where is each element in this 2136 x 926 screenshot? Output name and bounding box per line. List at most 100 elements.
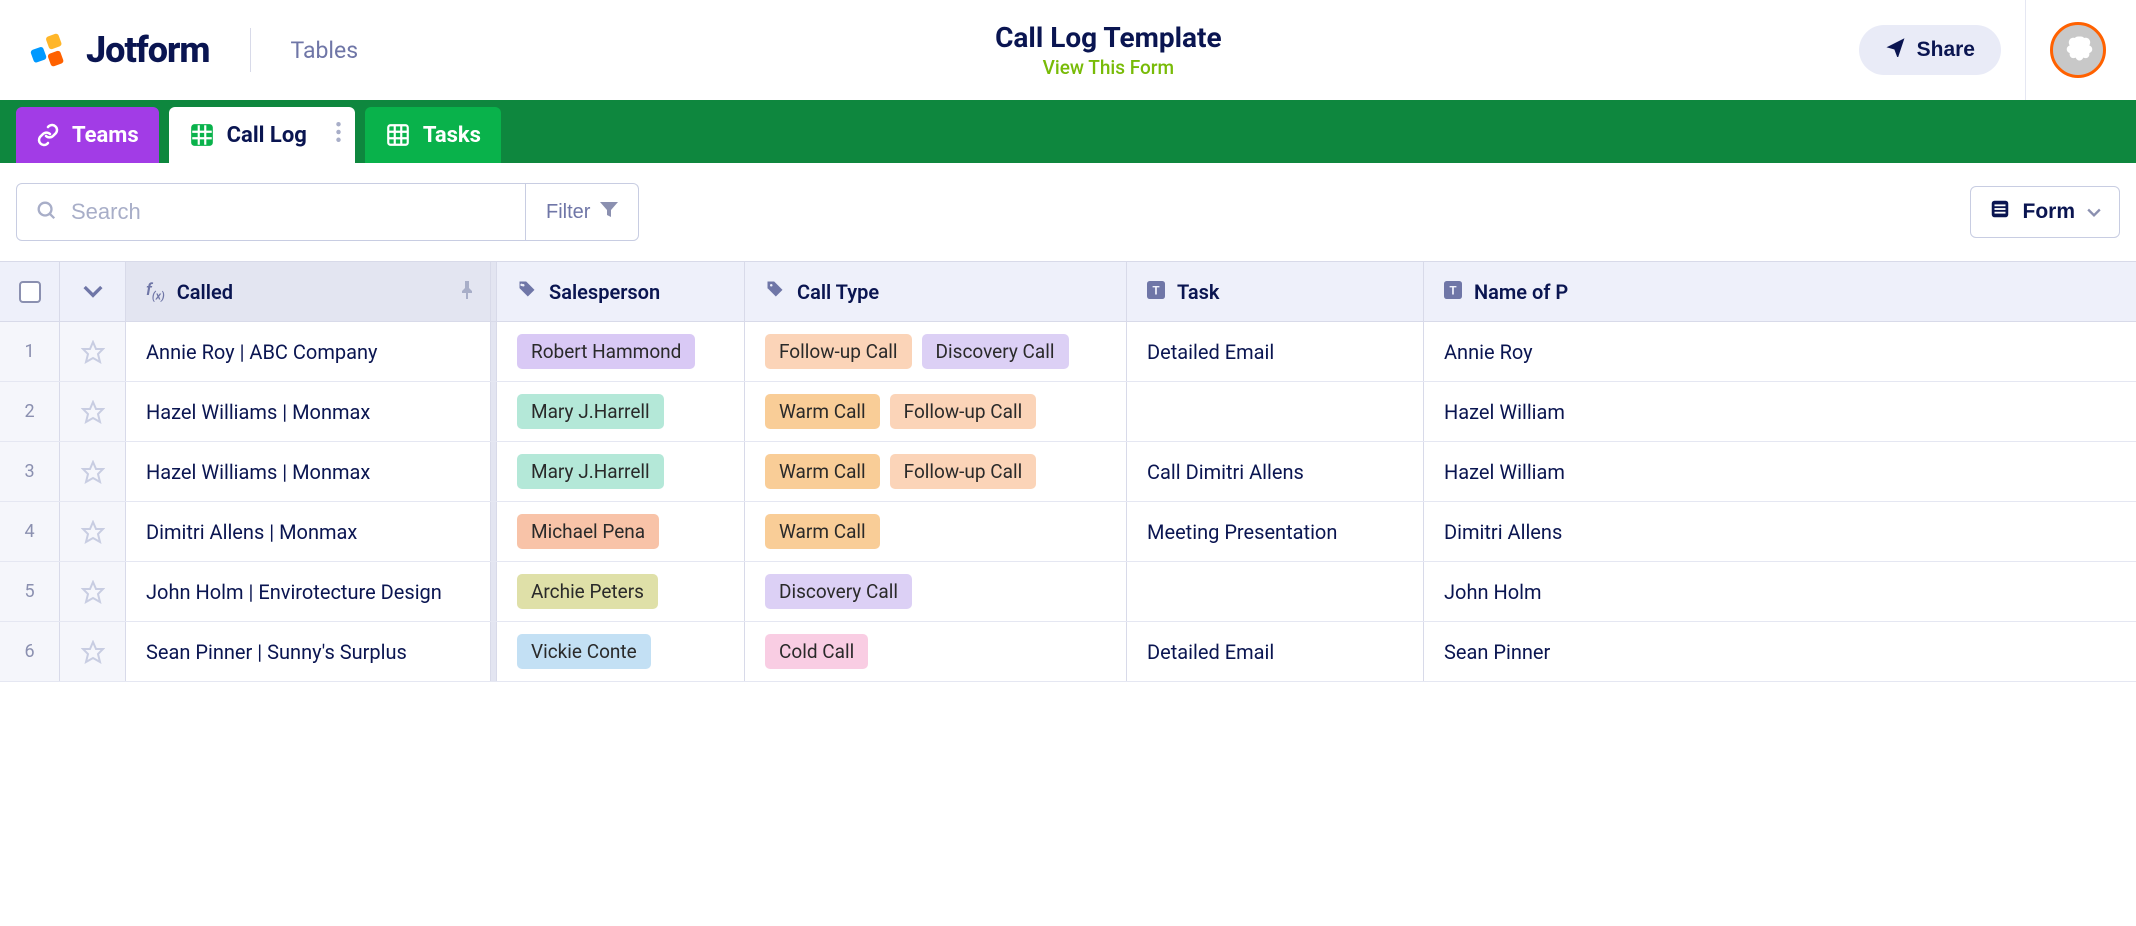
cell-salesperson[interactable]: Archie Peters <box>497 562 745 621</box>
toolbar: Filter Form <box>0 163 2136 261</box>
table-row[interactable]: 3Hazel Williams | MonmaxMary J.HarrellWa… <box>0 442 2136 502</box>
app-header: Jotform Tables Call Log Template View Th… <box>0 0 2136 100</box>
cell-task[interactable] <box>1127 562 1424 621</box>
tag-icon <box>765 279 785 304</box>
call-type-tag[interactable]: Warm Call <box>765 514 880 549</box>
cell-called[interactable]: Annie Roy | ABC Company <box>126 322 491 381</box>
list-icon <box>1989 198 2011 226</box>
divider <box>2025 0 2026 100</box>
select-all-header <box>0 262 60 321</box>
search-input[interactable] <box>71 199 507 225</box>
call-type-tag[interactable]: Warm Call <box>765 454 880 489</box>
cell-salesperson[interactable]: Mary J.Harrell <box>497 382 745 441</box>
cell-called[interactable]: Dimitri Allens | Monmax <box>126 502 491 561</box>
page-title: Call Log Template <box>358 21 1859 54</box>
salesperson-tag[interactable]: Robert Hammond <box>517 334 695 369</box>
salesperson-tag[interactable]: Archie Peters <box>517 574 658 609</box>
cell-task[interactable]: Detailed Email <box>1127 322 1424 381</box>
cell-called[interactable]: Hazel Williams | Monmax <box>126 382 491 441</box>
table-row[interactable]: 1Annie Roy | ABC CompanyRobert HammondFo… <box>0 322 2136 382</box>
cell-call-type[interactable]: Warm Call <box>745 502 1127 561</box>
expand-header[interactable] <box>60 262 126 321</box>
cell-name[interactable]: Dimitri Allens <box>1424 502 1624 561</box>
call-type-tag[interactable]: Cold Call <box>765 634 868 669</box>
star-button[interactable] <box>60 622 126 681</box>
star-button[interactable] <box>60 322 126 381</box>
cell-task[interactable]: Call Dimitri Allens <box>1127 442 1424 501</box>
cell-called[interactable]: John Holm | Envirotecture Design <box>126 562 491 621</box>
call-type-tag[interactable]: Follow-up Call <box>890 394 1037 429</box>
cell-salesperson[interactable]: Vickie Conte <box>497 622 745 681</box>
formula-icon: f(x) <box>146 280 165 302</box>
share-icon <box>1885 37 1907 63</box>
pin-icon[interactable] <box>460 280 474 304</box>
svg-text:T: T <box>1152 283 1160 297</box>
cell-called[interactable]: Hazel Williams | Monmax <box>126 442 491 501</box>
cell-name[interactable]: Hazel William <box>1424 442 1624 501</box>
select-all-checkbox[interactable] <box>19 281 41 303</box>
cell-name[interactable]: John Holm <box>1424 562 1624 621</box>
star-button[interactable] <box>60 382 126 441</box>
star-button[interactable] <box>60 562 126 621</box>
filter-icon <box>600 201 618 224</box>
table-row[interactable]: 6Sean Pinner | Sunny's SurplusVickie Con… <box>0 622 2136 682</box>
star-button[interactable] <box>60 442 126 501</box>
tab-tasks[interactable]: Tasks <box>365 107 501 163</box>
column-label: Name of P <box>1474 280 1568 304</box>
star-button[interactable] <box>60 502 126 561</box>
grid-icon <box>385 122 411 148</box>
filter-button[interactable]: Filter <box>526 183 639 241</box>
cell-name[interactable]: Annie Roy <box>1424 322 1624 381</box>
column-call-type[interactable]: Call Type <box>745 262 1127 321</box>
cell-call-type[interactable]: Warm Call Follow-up Call <box>745 442 1127 501</box>
svg-text:T: T <box>1449 283 1457 297</box>
cell-call-type[interactable]: Discovery Call <box>745 562 1127 621</box>
tab-call-log[interactable]: Call Log <box>169 107 355 163</box>
call-type-tag[interactable]: Discovery Call <box>765 574 912 609</box>
tab-teams[interactable]: Teams <box>16 107 159 163</box>
share-button[interactable]: Share <box>1859 25 2001 75</box>
call-type-tag[interactable]: Discovery Call <box>922 334 1069 369</box>
cell-task[interactable] <box>1127 382 1424 441</box>
data-table: f(x) Called Salesperson Call Type T Task <box>0 261 2136 682</box>
tab-menu-icon[interactable] <box>336 122 341 148</box>
column-label: Task <box>1177 280 1220 304</box>
avatar[interactable] <box>2050 22 2106 78</box>
section-label[interactable]: Tables <box>291 37 359 64</box>
tab-label: Teams <box>72 123 139 148</box>
column-salesperson[interactable]: Salesperson <box>497 262 745 321</box>
form-view-button[interactable]: Form <box>1970 186 2121 238</box>
cell-call-type[interactable]: Follow-up Call Discovery Call <box>745 322 1127 381</box>
salesperson-tag[interactable]: Mary J.Harrell <box>517 394 664 429</box>
table-row[interactable]: 2Hazel Williams | MonmaxMary J.HarrellWa… <box>0 382 2136 442</box>
cell-called[interactable]: Sean Pinner | Sunny's Surplus <box>126 622 491 681</box>
share-label: Share <box>1917 38 1975 62</box>
link-icon <box>36 123 60 147</box>
tab-label: Tasks <box>423 123 481 148</box>
cell-task[interactable]: Meeting Presentation <box>1127 502 1424 561</box>
table-row[interactable]: 4 Dimitri Allens | Monmax Michael Pena Warm… <box>0 502 2136 562</box>
table-row[interactable]: 5John Holm | Envirotecture DesignArchie … <box>0 562 2136 622</box>
search-wrap[interactable] <box>16 183 526 241</box>
cell-task[interactable]: Detailed Email <box>1127 622 1424 681</box>
column-called[interactable]: f(x) Called <box>126 262 491 321</box>
call-type-tag[interactable]: Follow-up Call <box>890 454 1037 489</box>
cell-name[interactable]: Sean Pinner <box>1424 622 1624 681</box>
cell-call-type[interactable]: Warm Call Follow-up Call <box>745 382 1127 441</box>
cell-salesperson[interactable]: Mary J.Harrell <box>497 442 745 501</box>
view-form-link[interactable]: View This Form <box>1043 56 1174 79</box>
salesperson-tag[interactable]: Michael Pena <box>517 514 659 549</box>
salesperson-tag[interactable]: Mary J.Harrell <box>517 454 664 489</box>
cell-salesperson[interactable]: Michael Pena <box>497 502 745 561</box>
column-task[interactable]: T Task <box>1127 262 1424 321</box>
header-actions: Share <box>1859 0 2106 100</box>
call-type-tag[interactable]: Follow-up Call <box>765 334 912 369</box>
column-name[interactable]: T Name of P <box>1424 262 1624 321</box>
call-type-tag[interactable]: Warm Call <box>765 394 880 429</box>
row-number: 4 <box>0 502 60 561</box>
salesperson-tag[interactable]: Vickie Conte <box>517 634 651 669</box>
cell-salesperson[interactable]: Robert Hammond <box>497 322 745 381</box>
cell-name[interactable]: Hazel William <box>1424 382 1624 441</box>
table-header: f(x) Called Salesperson Call Type T Task <box>0 262 2136 322</box>
cell-call-type[interactable]: Cold Call <box>745 622 1127 681</box>
